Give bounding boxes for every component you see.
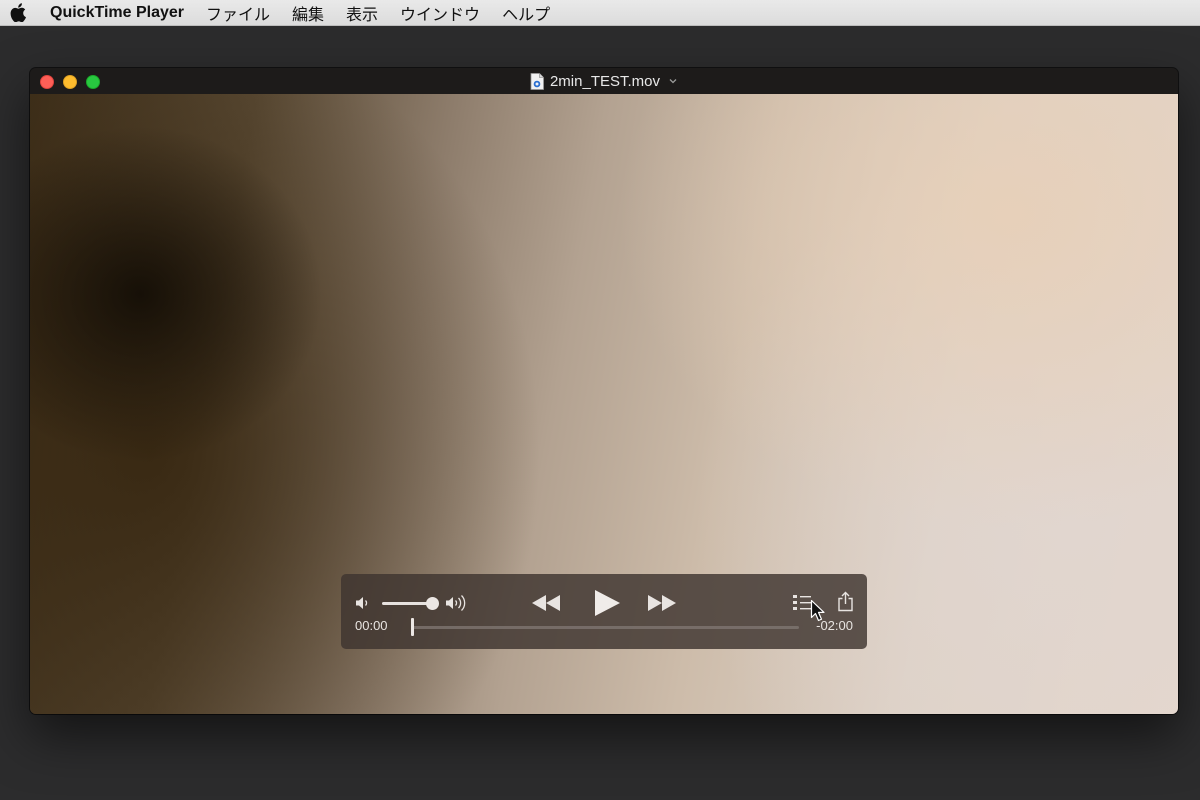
apple-icon[interactable]: [10, 3, 26, 22]
menu-file[interactable]: ファイル: [206, 1, 270, 25]
video-frame[interactable]: 00:00 -02:00: [30, 94, 1178, 714]
elapsed-time: 00:00: [355, 618, 388, 633]
window-title-group[interactable]: 2min_TEST.mov: [530, 73, 678, 90]
minimize-button[interactable]: [63, 75, 77, 89]
fast-forward-icon[interactable]: [646, 593, 678, 613]
traffic-lights: [40, 75, 100, 89]
quicktime-document-icon: [530, 72, 544, 90]
menu-edit[interactable]: 編集: [292, 1, 324, 25]
close-button[interactable]: [40, 75, 54, 89]
menu-app-name[interactable]: QuickTime Player: [50, 4, 184, 22]
timeline-scrubber[interactable]: [411, 626, 799, 629]
playback-controls[interactable]: 00:00 -02:00: [341, 574, 867, 649]
chevron-down-icon[interactable]: [668, 76, 678, 86]
share-icon[interactable]: [837, 591, 854, 612]
player-window: 2min_TEST.mov 00:00 -02:00: [30, 68, 1178, 714]
timeline-playhead[interactable]: [411, 618, 414, 636]
menu-window[interactable]: ウインドウ: [400, 1, 480, 25]
zoom-button[interactable]: [86, 75, 100, 89]
menu-help[interactable]: ヘルプ: [502, 1, 550, 25]
window-title: 2min_TEST.mov: [549, 72, 661, 90]
volume-slider-knob[interactable]: [426, 597, 439, 610]
volume-high-icon[interactable]: [445, 594, 472, 612]
play-icon[interactable]: [592, 588, 622, 618]
chapters-icon[interactable]: [792, 593, 812, 612]
window-titlebar[interactable]: 2min_TEST.mov: [30, 68, 1178, 94]
menu-view[interactable]: 表示: [346, 1, 378, 25]
menu-bar: QuickTime Player ファイル 編集 表示 ウインドウ ヘルプ: [0, 0, 1200, 26]
volume-low-icon[interactable]: [355, 595, 371, 611]
remaining-time: -02:00: [816, 618, 853, 633]
rewind-icon[interactable]: [530, 593, 562, 613]
